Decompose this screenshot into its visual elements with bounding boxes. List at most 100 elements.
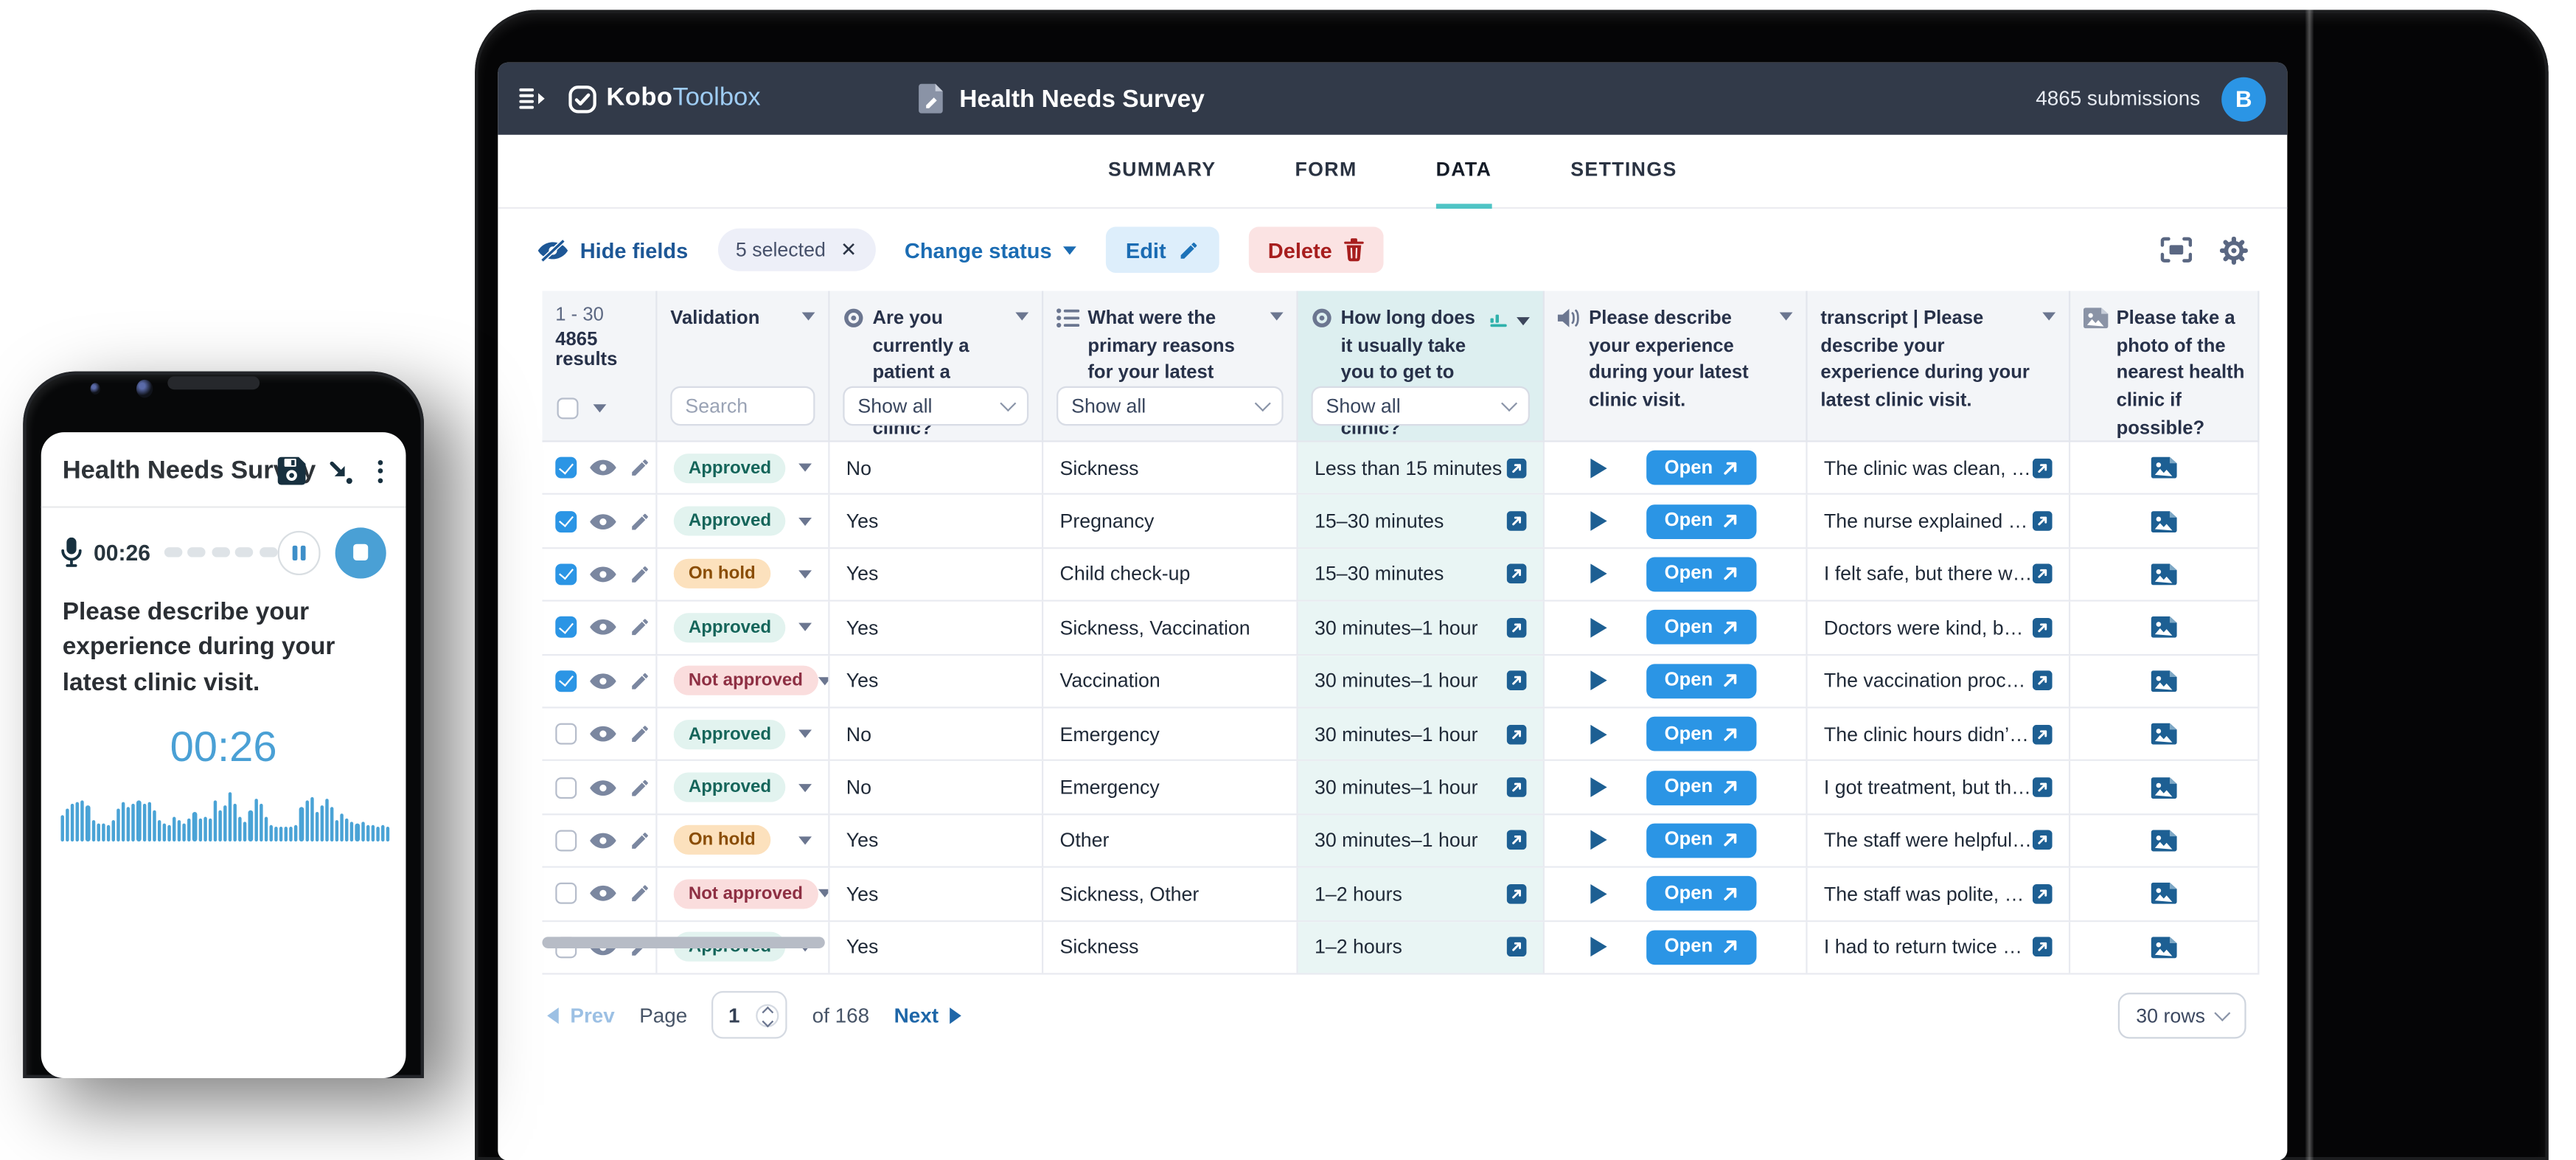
sidebar-toggle-icon[interactable] [519, 87, 546, 110]
photo-attachment-icon[interactable] [2151, 457, 2177, 479]
kobotoolbox-logo[interactable]: KoboToolbox [568, 84, 760, 114]
duration-filter-select[interactable]: Show all [1312, 386, 1530, 426]
header-photo[interactable]: Please take a photo of the nearest healt… [2070, 291, 2259, 440]
photo-attachment-icon[interactable] [2151, 723, 2177, 745]
open-record-icon[interactable] [2033, 884, 2053, 904]
row-checkbox[interactable] [555, 830, 577, 851]
row-checkbox[interactable] [555, 457, 577, 479]
photo-attachment-icon[interactable] [2151, 617, 2177, 639]
column-menu-caret-icon[interactable] [1270, 312, 1284, 320]
pause-recording-button[interactable] [277, 530, 321, 574]
open-record-icon[interactable] [2033, 724, 2053, 744]
photo-attachment-icon[interactable] [2151, 563, 2177, 585]
fullscreen-icon[interactable] [2161, 237, 2192, 263]
kebab-menu-icon[interactable] [375, 459, 386, 482]
header-audio[interactable]: Please describe your experience during y… [1545, 291, 1808, 440]
validation-status-badge[interactable]: Approved [674, 613, 786, 642]
header-transcript[interactable]: transcript | Please describe your experi… [1808, 291, 2071, 440]
next-page-button[interactable]: Next [894, 1004, 962, 1027]
validation-status-badge[interactable]: On hold [674, 826, 770, 855]
open-audio-button[interactable]: Open [1646, 611, 1757, 645]
rows-per-page-select[interactable]: 30 rows [2118, 993, 2246, 1038]
validation-status-badge[interactable]: Not approved [674, 666, 818, 695]
jump-to-end-icon[interactable] [327, 458, 354, 485]
page-number-input[interactable] [721, 1002, 748, 1029]
play-audio-button[interactable] [1590, 777, 1606, 797]
row-checkbox[interactable] [555, 883, 577, 905]
validation-status-badge[interactable]: Not approved [674, 879, 818, 909]
photo-attachment-icon[interactable] [2151, 510, 2177, 532]
select-menu-caret-icon[interactable] [593, 404, 607, 412]
edit-record-icon[interactable] [630, 510, 651, 532]
view-record-icon[interactable] [590, 459, 616, 477]
reasons-filter-select[interactable]: Show all [1056, 386, 1284, 426]
tab-data[interactable]: DATA [1436, 135, 1492, 209]
photo-attachment-icon[interactable] [2151, 830, 2177, 851]
validation-caret-icon[interactable] [798, 570, 812, 578]
open-record-icon[interactable] [1507, 511, 1527, 531]
validation-caret-icon[interactable] [798, 783, 812, 791]
validation-caret-icon[interactable] [818, 889, 830, 897]
photo-attachment-icon[interactable] [2151, 777, 2177, 798]
play-audio-button[interactable] [1590, 564, 1606, 584]
open-record-icon[interactable] [1507, 937, 1527, 957]
validation-caret-icon[interactable] [798, 623, 812, 631]
validation-caret-icon[interactable] [798, 464, 812, 472]
open-audio-button[interactable]: Open [1646, 504, 1757, 538]
prev-page-button[interactable]: Prev [547, 1004, 615, 1027]
photo-attachment-icon[interactable] [2151, 937, 2177, 958]
hide-fields-button[interactable]: Hide fields [537, 237, 688, 262]
view-record-icon[interactable] [590, 885, 616, 903]
header-reasons[interactable]: What were the primary reasons for your l… [1043, 291, 1298, 440]
validation-status-badge[interactable]: Approved [674, 507, 786, 536]
row-checkbox[interactable] [555, 510, 577, 532]
validation-search-input[interactable] [670, 386, 815, 426]
open-audio-button[interactable]: Open [1646, 930, 1757, 965]
view-record-icon[interactable] [590, 832, 616, 850]
open-record-icon[interactable] [1507, 724, 1527, 744]
edit-record-icon[interactable] [630, 723, 651, 745]
validation-caret-icon[interactable] [798, 517, 812, 525]
page-stepper[interactable] [756, 1004, 779, 1027]
open-audio-button[interactable]: Open [1646, 770, 1757, 805]
open-record-icon[interactable] [2033, 830, 2053, 850]
open-record-icon[interactable] [2033, 671, 2053, 691]
play-audio-button[interactable] [1590, 618, 1606, 638]
view-record-icon[interactable] [590, 566, 616, 584]
row-checkbox[interactable] [555, 563, 577, 585]
tab-summary[interactable]: SUMMARY [1108, 135, 1216, 209]
open-record-icon[interactable] [2033, 511, 2053, 531]
row-checkbox[interactable] [555, 617, 577, 639]
selected-count-pill[interactable]: 5 selected ✕ [717, 229, 874, 271]
open-audio-button[interactable]: Open [1646, 451, 1757, 485]
validation-caret-icon[interactable] [798, 730, 812, 738]
clear-selection-icon[interactable]: ✕ [840, 238, 857, 261]
validation-status-badge[interactable]: Approved [674, 719, 786, 749]
open-record-icon[interactable] [2033, 618, 2053, 638]
edit-record-icon[interactable] [630, 883, 651, 905]
header-duration[interactable]: How long does it usually take you to get… [1298, 291, 1545, 440]
open-audio-button[interactable]: Open [1646, 877, 1757, 911]
column-menu-caret-icon[interactable] [2042, 312, 2055, 320]
header-validation[interactable]: Validation [657, 291, 829, 440]
open-record-icon[interactable] [2033, 564, 2053, 584]
avatar[interactable]: B [2221, 77, 2266, 121]
photo-attachment-icon[interactable] [2151, 883, 2177, 905]
play-audio-button[interactable] [1590, 884, 1606, 904]
column-menu-caret-icon[interactable] [1517, 316, 1530, 324]
play-audio-button[interactable] [1590, 458, 1606, 478]
validation-status-badge[interactable]: On hold [674, 560, 770, 589]
open-record-icon[interactable] [1507, 830, 1527, 850]
edit-record-icon[interactable] [630, 617, 651, 639]
header-patient[interactable]: Are you currently a patient a hospital o… [829, 291, 1043, 440]
horizontal-scrollbar[interactable] [542, 937, 824, 948]
play-audio-button[interactable] [1590, 830, 1606, 850]
view-record-icon[interactable] [590, 512, 616, 530]
edit-button[interactable]: Edit [1106, 227, 1219, 273]
validation-caret-icon[interactable] [818, 677, 830, 685]
play-audio-button[interactable] [1590, 671, 1606, 691]
column-menu-caret-icon[interactable] [1015, 312, 1028, 320]
open-record-icon[interactable] [1507, 777, 1527, 797]
patient-filter-select[interactable]: Show all [843, 386, 1028, 426]
open-record-icon[interactable] [1507, 458, 1527, 478]
